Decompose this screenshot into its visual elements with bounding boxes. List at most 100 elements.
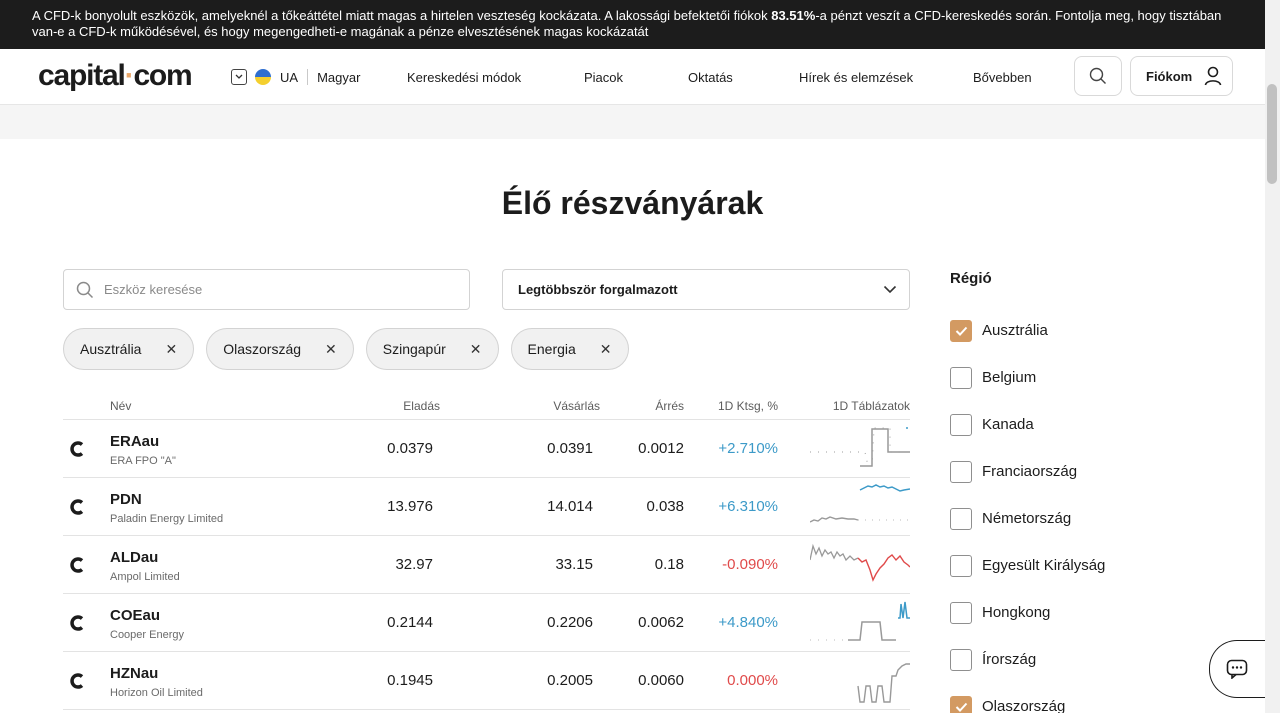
asset-logo-icon xyxy=(70,441,84,457)
asset-symbol: COEau xyxy=(110,607,161,624)
asset-search-input[interactable] xyxy=(104,282,444,297)
region-option-hong-kong[interactable]: Hongkong xyxy=(950,589,1210,636)
buy-price[interactable]: 0.0391 xyxy=(547,440,593,457)
filter-chip-italy[interactable]: Olaszország ✕ xyxy=(206,328,354,370)
sell-price[interactable]: 0.0379 xyxy=(387,440,433,457)
close-icon[interactable]: ✕ xyxy=(470,341,482,358)
asset-name: Cooper Energy xyxy=(110,629,184,641)
spread: 0.0060 xyxy=(638,672,684,689)
checkbox-checked[interactable] xyxy=(950,319,972,342)
region-option-germany[interactable]: Németország xyxy=(950,495,1210,542)
col-change[interactable]: 1D Ktsg, % xyxy=(718,399,778,413)
region-label: Franciaország xyxy=(982,463,1078,480)
account-button[interactable]: Fiókom xyxy=(1130,56,1233,96)
table-row[interactable]: ERAau ERA FPO "A" 0.0379 0.0391 0.0012 +… xyxy=(63,420,910,478)
scrollbar-thumb[interactable] xyxy=(1267,84,1277,184)
chat-icon xyxy=(1226,659,1248,679)
risk-warning-banner: A CFD-k bonyolult eszközök, amelyeknél a… xyxy=(0,0,1265,49)
close-icon[interactable]: ✕ xyxy=(325,341,337,358)
sell-price[interactable]: 13.976 xyxy=(387,498,433,515)
region-option-italy[interactable]: Olaszország xyxy=(950,683,1210,713)
region-option-uk[interactable]: Egyesült Királyság xyxy=(950,542,1210,589)
country-code: UA xyxy=(280,69,299,85)
page-title: Élő részványárak xyxy=(501,185,764,221)
daily-change: 0.000% xyxy=(727,672,778,689)
region-label: Írország xyxy=(982,651,1037,668)
nav-news-analysis[interactable]: Hírek és elemzések xyxy=(799,70,913,85)
filter-chip-singapore[interactable]: Szingapúr ✕ xyxy=(365,328,499,370)
asset-logo-icon xyxy=(70,615,84,631)
close-icon[interactable]: ✕ xyxy=(600,341,612,358)
asset-symbol: ERAau xyxy=(110,433,160,450)
checkbox-checked[interactable] xyxy=(950,695,972,713)
chat-button[interactable] xyxy=(1209,640,1269,698)
close-icon[interactable]: ✕ xyxy=(165,341,177,358)
daily-change: +6.310% xyxy=(718,498,778,515)
asset-search-field[interactable] xyxy=(63,269,470,310)
risk-warning-text: A CFD-k bonyolult eszközök, amelyeknél a… xyxy=(32,8,772,23)
region-label: Belgium xyxy=(982,369,1037,386)
table-row[interactable]: COEau Cooper Energy 0.2144 0.2206 0.0062… xyxy=(63,594,910,652)
filter-chip-australia[interactable]: Ausztrália ✕ xyxy=(63,328,195,370)
col-name[interactable]: Név xyxy=(110,399,131,413)
table-row[interactable]: HZNau Horizon Oil Limited 0.1945 0.2005 … xyxy=(63,652,910,710)
page-scrollbar[interactable] xyxy=(1265,0,1280,713)
spread: 0.0062 xyxy=(638,614,684,631)
checkbox[interactable] xyxy=(950,648,972,671)
nav-markets[interactable]: Piacok xyxy=(584,70,623,85)
asset-symbol: PDN xyxy=(110,491,142,508)
region-option-belgium[interactable]: Belgium xyxy=(950,354,1210,401)
col-spread[interactable]: Árrés xyxy=(655,399,684,413)
sparkline-chart xyxy=(810,427,910,467)
region-label: Egyesült Királyság xyxy=(982,557,1106,574)
checkbox[interactable] xyxy=(950,413,972,436)
region-option-canada[interactable]: Kanada xyxy=(950,401,1210,448)
table-row[interactable]: PDN Paladin Energy Limited 13.976 14.014… xyxy=(63,478,910,536)
spread: 0.0012 xyxy=(638,440,684,457)
checkmark-icon xyxy=(955,702,967,712)
region-option-australia[interactable]: Ausztrália xyxy=(950,307,1210,354)
sell-price[interactable]: 0.2144 xyxy=(387,614,433,631)
nav-education[interactable]: Oktatás xyxy=(688,70,733,85)
buy-price[interactable]: 14.014 xyxy=(547,498,593,515)
buy-price[interactable]: 33.15 xyxy=(555,556,593,573)
nav-trading-modes[interactable]: Kereskedési módok xyxy=(407,70,521,85)
checkbox[interactable] xyxy=(950,507,972,530)
region-option-ireland[interactable]: Írország xyxy=(950,636,1210,683)
region-filter-panel: Régió Ausztrália Belgium Kanada Franciao… xyxy=(950,270,1210,713)
asset-logo-icon xyxy=(70,499,84,515)
region-title: Régió xyxy=(950,270,992,287)
sell-price[interactable]: 32.97 xyxy=(395,556,433,573)
buy-price[interactable]: 0.2206 xyxy=(547,614,593,631)
asset-name: Horizon Oil Limited xyxy=(110,687,203,699)
checkbox[interactable] xyxy=(950,554,972,577)
region-option-france[interactable]: Franciaország xyxy=(950,448,1210,495)
spread: 0.18 xyxy=(654,556,684,573)
search-button[interactable] xyxy=(1074,56,1122,96)
region-label: Németország xyxy=(982,510,1072,527)
logo-text-com: com xyxy=(133,59,192,92)
capital-com-logo[interactable]: capital·com xyxy=(38,59,193,93)
nav-more[interactable]: Bővebben xyxy=(973,70,1032,85)
buy-price[interactable]: 0.2005 xyxy=(547,672,593,689)
chip-label: Energia xyxy=(527,341,576,357)
top-navigation: capital·com UA Magyar Kereskedési módok … xyxy=(0,49,1265,105)
divider xyxy=(307,69,309,85)
table-row[interactable]: ALDau Ampol Limited 32.97 33.15 0.18 -0.… xyxy=(63,536,910,594)
language-selector[interactable]: UA Magyar xyxy=(231,69,360,85)
chip-label: Olaszország xyxy=(223,341,302,357)
sell-price[interactable]: 0.1945 xyxy=(387,672,433,689)
sparkline-chart xyxy=(810,484,910,523)
filter-chip-energy[interactable]: Energia ✕ xyxy=(510,328,629,370)
search-icon xyxy=(76,281,94,298)
col-sell[interactable]: Eladás xyxy=(403,399,440,413)
active-filters: Ausztrália ✕ Olaszország ✕ Szingapúr ✕ Ener… xyxy=(63,328,629,370)
risk-warning-percent: 83.51% xyxy=(771,8,816,23)
sort-dropdown[interactable]: Legtöbbször forgalmazott xyxy=(502,269,910,310)
checkbox[interactable] xyxy=(950,460,972,483)
checkbox[interactable] xyxy=(950,601,972,624)
sparkline-chart xyxy=(810,601,910,641)
user-icon xyxy=(1204,66,1222,86)
col-buy[interactable]: Vásárlás xyxy=(553,399,600,413)
checkbox[interactable] xyxy=(950,366,972,389)
